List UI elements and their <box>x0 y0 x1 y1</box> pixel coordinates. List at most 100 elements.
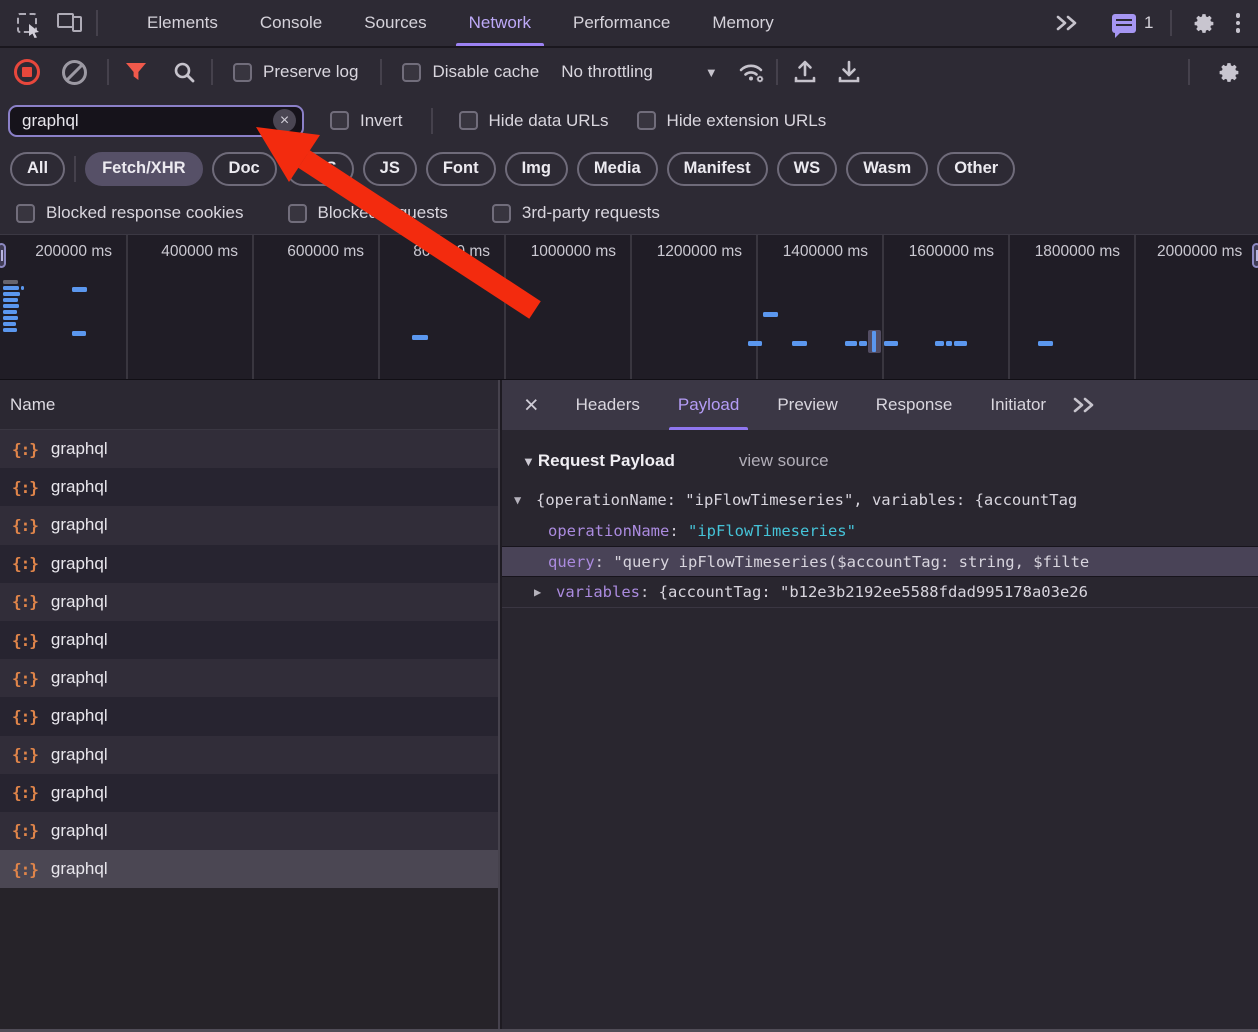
filter-checkboxes: Invert Hide data URLs Hide extension URLs <box>330 107 854 134</box>
filter-input[interactable]: graphql × <box>8 104 304 137</box>
request-payload-section: ▼ Request Payload view source <box>502 438 1258 484</box>
chip-manifest[interactable]: Manifest <box>666 151 768 186</box>
payload-row[interactable]: ▼ {operationName: "ipFlowTimeseries", var… <box>502 484 1258 515</box>
inspect-element-icon[interactable] <box>10 6 44 40</box>
chip-font[interactable]: Font <box>425 151 496 186</box>
code-segment: operationName <box>548 521 670 540</box>
request-name: graphql <box>50 591 108 611</box>
chip-doc[interactable]: Doc <box>211 151 277 186</box>
request-row[interactable]: {:} graphql <box>0 697 498 736</box>
request-name: graphql <box>50 744 108 764</box>
checkbox-label: 3rd-party requests <box>521 203 660 222</box>
json-request-icon: {:} <box>12 515 39 535</box>
detail-tab-response[interactable]: Response <box>857 380 972 430</box>
request-row[interactable]: {:} graphql <box>0 430 498 469</box>
request-list: {:} graphql {:} graphql {:} graphql {:} graphql… <box>0 430 498 889</box>
clear-network-log-icon[interactable] <box>62 59 87 85</box>
separator <box>1188 59 1190 85</box>
more-detail-tabs-chevron-icon[interactable] <box>1071 396 1097 414</box>
filter-input-value[interactable]: graphql <box>22 111 273 131</box>
blocked-response-cookies-checkbox[interactable]: Blocked response cookies <box>16 203 244 223</box>
name-column-header[interactable]: Name <box>0 380 498 430</box>
waterfall-bar <box>3 280 18 284</box>
detail-tab-headers[interactable]: Headers <box>557 380 659 430</box>
tab-memory[interactable]: Memory <box>691 0 794 46</box>
hide-data-urls-checkbox[interactable]: Hide data URLs <box>458 111 609 131</box>
chip-all[interactable]: All <box>10 151 66 186</box>
detail-tab-preview[interactable]: Preview <box>758 380 856 430</box>
3rd-party-requests-checkbox[interactable]: 3rd-party requests <box>491 203 660 223</box>
checkbox-icon <box>330 111 349 130</box>
detail-tab-payload[interactable]: Payload <box>659 380 758 430</box>
settings-gear-icon[interactable] <box>1188 6 1222 40</box>
separator <box>107 59 109 85</box>
close-detail-icon[interactable]: × <box>502 392 557 418</box>
filter-funnel-icon[interactable] <box>119 55 153 89</box>
search-icon[interactable] <box>167 55 201 89</box>
hide-extension-urls-checkbox[interactable]: Hide extension URLs <box>636 111 826 131</box>
request-row[interactable]: {:} graphql <box>0 735 498 774</box>
device-toolbar-icon[interactable] <box>52 6 86 40</box>
request-row[interactable]: {:} graphql <box>0 468 498 507</box>
tab-performance[interactable]: Performance <box>552 0 691 46</box>
timeline-right-handle-icon[interactable] <box>1252 243 1258 268</box>
timeline-gridline <box>756 235 758 379</box>
preserve-log-checkbox[interactable]: Preserve log <box>233 62 358 82</box>
request-name: graphql <box>50 820 108 840</box>
request-row[interactable]: {:} graphql <box>0 506 498 545</box>
payload-row[interactable]: operationName: "ipFlowTimeseries" <box>502 515 1258 546</box>
throttling-dropdown[interactable]: No throttling ▼ <box>561 62 718 82</box>
more-tabs-chevron-icon[interactable] <box>1054 14 1080 32</box>
chip-media[interactable]: Media <box>576 151 658 186</box>
payload-tree: ▼ {operationName: "ipFlowTimeseries", var… <box>502 484 1258 608</box>
console-messages-button[interactable]: 1 <box>1112 13 1154 38</box>
timeline-left-handle-icon[interactable] <box>0 243 6 268</box>
network-overview-timeline[interactable]: 200000 ms 400000 ms 600000 ms 800000 ms 1000… <box>0 234 1258 380</box>
chip-css[interactable]: CSS <box>285 151 354 186</box>
payload-row[interactable]: query: "query ipFlowTimeseries($accountT… <box>502 546 1258 577</box>
network-settings-gear-icon[interactable] <box>1212 55 1246 89</box>
view-source-link[interactable]: view source <box>739 451 829 471</box>
network-conditions-icon[interactable] <box>734 55 768 89</box>
separator <box>74 155 77 182</box>
chip-fetch-xhr[interactable]: Fetch/XHR <box>85 151 203 186</box>
request-row[interactable]: {:} graphql <box>0 582 498 621</box>
request-row[interactable]: {:} graphql <box>0 773 498 812</box>
tab-network[interactable]: Network <box>448 0 552 46</box>
waterfall-bar <box>3 322 16 326</box>
collapse-section-icon[interactable]: ▼ <box>522 454 535 469</box>
tab-console[interactable]: Console <box>239 0 343 46</box>
kebab-menu-icon[interactable] <box>1228 13 1249 33</box>
waterfall-bar <box>859 341 867 346</box>
record-network-log-button[interactable] <box>14 59 40 85</box>
export-har-icon[interactable] <box>832 55 866 89</box>
tab-elements[interactable]: Elements <box>126 0 239 46</box>
waterfall-bar <box>884 341 898 346</box>
request-row[interactable]: {:} graphql <box>0 659 498 698</box>
timeline-gridline <box>504 235 506 379</box>
collapse-icon[interactable]: ▼ <box>514 493 536 507</box>
chip-js[interactable]: JS <box>362 151 417 186</box>
chip-img[interactable]: Img <box>504 151 568 186</box>
chip-other[interactable]: Other <box>937 151 1016 186</box>
tab-sources[interactable]: Sources <box>343 0 447 46</box>
expand-icon[interactable]: ▶ <box>534 585 556 599</box>
disable-cache-checkbox[interactable]: Disable cache <box>402 62 539 82</box>
request-row[interactable]: {:} graphql <box>0 544 498 583</box>
request-row[interactable]: {:} graphql <box>0 811 498 851</box>
detail-tab-initiator[interactable]: Initiator <box>971 380 1065 430</box>
timeline-gridline <box>1008 235 1010 379</box>
waterfall-bar <box>72 287 87 292</box>
import-har-icon[interactable] <box>788 55 822 89</box>
invert-checkbox[interactable]: Invert <box>330 111 403 131</box>
chip-wasm[interactable]: Wasm <box>846 151 929 186</box>
request-row[interactable]: {:} graphql <box>0 620 498 660</box>
waterfall-bar <box>3 298 18 302</box>
code-segment: query <box>548 552 595 571</box>
blocked-requests-checkbox[interactable]: Blocked requests <box>287 203 448 223</box>
clear-filter-icon[interactable]: × <box>273 109 296 132</box>
request-name: graphql <box>50 668 108 688</box>
request-row[interactable]: {:} graphql <box>0 850 498 889</box>
payload-row[interactable]: ▶ variables: {accountTag: "b12e3b2192ee55… <box>502 577 1258 608</box>
chip-ws[interactable]: WS <box>776 151 838 186</box>
